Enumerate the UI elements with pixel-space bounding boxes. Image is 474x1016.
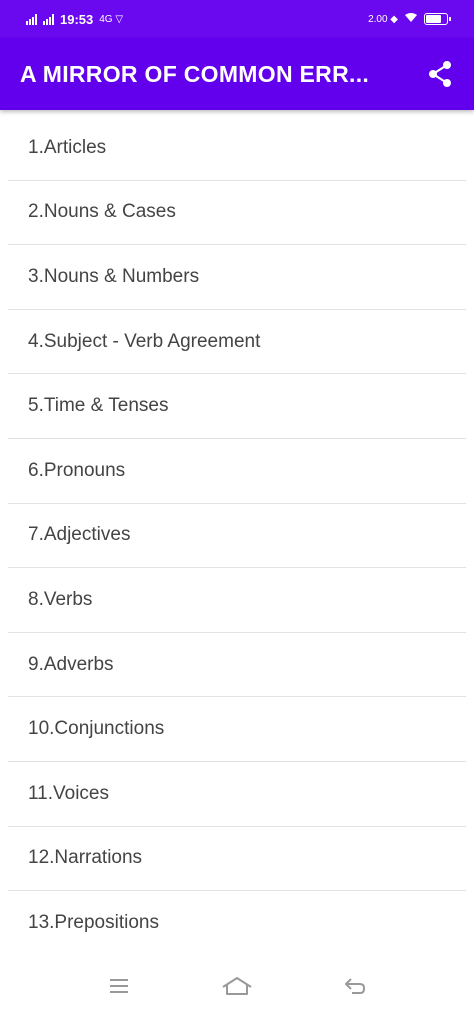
list-item-label: 6.Pronouns [28, 459, 126, 481]
list-item-label: 5.Time & Tenses [28, 395, 169, 417]
home-icon[interactable] [217, 966, 257, 1006]
status-left: 19:53 4G ▽ [26, 12, 123, 27]
list-item[interactable]: 13.Prepositions [8, 891, 466, 956]
list-item-label: 9.Adverbs [28, 653, 114, 675]
list-item-label: 13.Prepositions [28, 912, 159, 934]
list-item-label: 12.Narrations [28, 847, 143, 869]
status-bar: 19:53 4G ▽ 2.00 ◆ [0, 0, 474, 38]
list-item[interactable]: 2.Nouns & Cases [8, 181, 466, 246]
list-item-label: 1.Articles [28, 136, 107, 158]
list-item[interactable]: 7.Adjectives [8, 504, 466, 569]
status-time: 19:53 [60, 11, 94, 27]
app-bar: A MIRROR OF COMMON ERR... [0, 38, 474, 110]
list-item[interactable]: 5.Time & Tenses [8, 374, 466, 439]
topic-list: 1.Articles 2.Nouns & Cases 3.Nouns & Num… [0, 116, 474, 956]
status-right-text: 2.00 ◆ [368, 13, 398, 25]
signal-icon-2 [43, 13, 54, 25]
list-item-label: 4.Subject - Verb Agreement [28, 330, 261, 352]
list-item[interactable]: 6.Pronouns [8, 439, 466, 504]
list-item[interactable]: 10.Conjunctions [8, 697, 466, 762]
list-item[interactable]: 1.Articles [8, 116, 466, 181]
battery-icon [424, 13, 451, 25]
app-title: A MIRROR OF COMMON ERR... [20, 60, 370, 87]
list-item-label: 10.Conjunctions [28, 718, 165, 740]
list-item[interactable]: 9.Adverbs [8, 633, 466, 698]
list-item-label: 11.Voices [28, 782, 109, 804]
status-right: 2.00 ◆ [368, 12, 451, 26]
list-item[interactable]: 3.Nouns & Numbers [8, 245, 466, 310]
list-item-label: 2.Nouns & Cases [28, 201, 176, 223]
menu-icon[interactable] [99, 966, 139, 1006]
list-item[interactable]: 12.Narrations [8, 827, 466, 892]
app-screen: 19:53 4G ▽ 2.00 ◆ A MIRROR OF COMMON ERR… [0, 0, 474, 1016]
list-item[interactable]: 4.Subject - Verb Agreement [8, 310, 466, 375]
status-extra: 4G ▽ [99, 13, 124, 25]
list-item[interactable]: 8.Verbs [8, 568, 466, 633]
wifi-icon [404, 12, 418, 26]
list-item-label: 8.Verbs [28, 588, 93, 610]
back-icon[interactable] [335, 966, 375, 1006]
navigation-bar [0, 956, 474, 1016]
list-item-label: 7.Adjectives [28, 524, 131, 546]
signal-icon [26, 13, 37, 25]
share-icon[interactable] [424, 58, 456, 90]
list-item[interactable]: 11.Voices [8, 762, 466, 827]
list-item-label: 3.Nouns & Numbers [28, 265, 200, 287]
